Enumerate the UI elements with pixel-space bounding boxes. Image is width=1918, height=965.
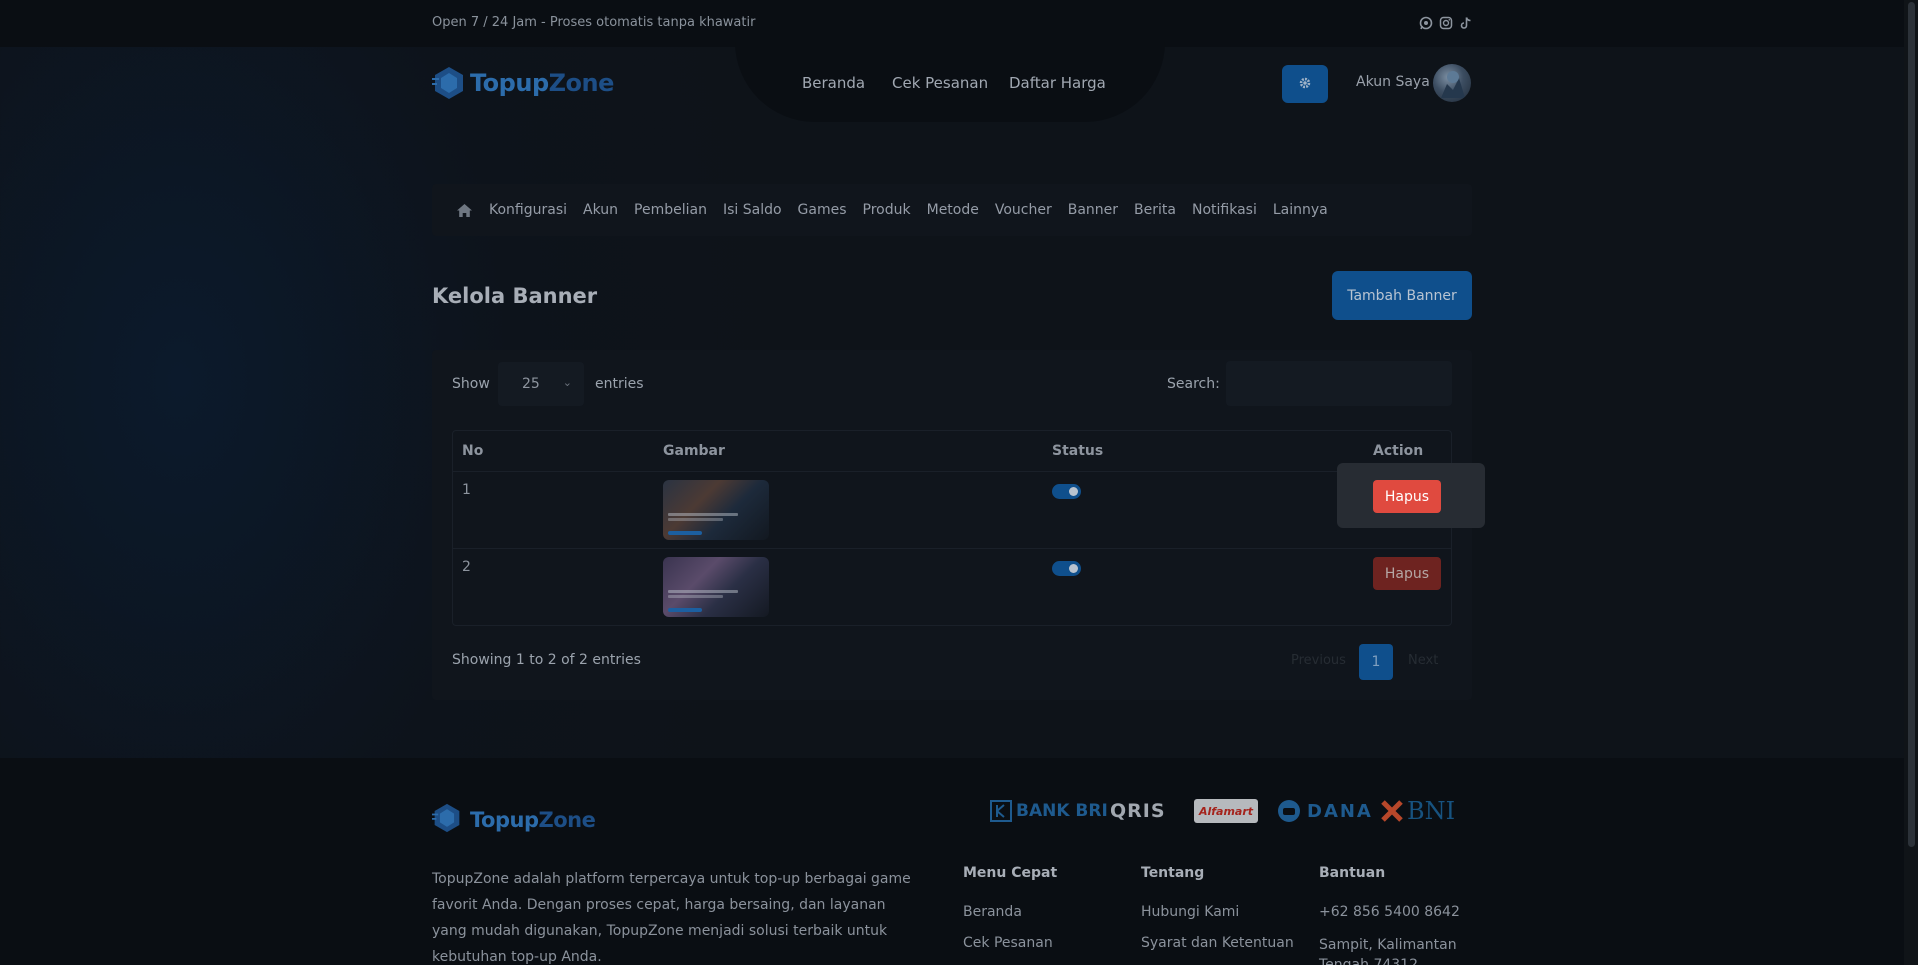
payment-label-qris: QRIS xyxy=(1110,800,1166,822)
bri-icon xyxy=(990,800,1012,822)
admin-menu-bar: Konfigurasi Akun Pembelian Isi Saldo Gam… xyxy=(432,184,1472,236)
entries-label: entries xyxy=(595,376,644,392)
admin-menu-metode[interactable]: Metode xyxy=(927,202,979,218)
payment-logo-bri: BANK BRI xyxy=(990,796,1108,826)
entries-select-value: 25 xyxy=(522,376,540,392)
admin-menu-konfigurasi[interactable]: Konfigurasi xyxy=(489,202,567,218)
footer-link-beranda[interactable]: Beranda xyxy=(963,904,1022,920)
dana-icon xyxy=(1278,800,1300,822)
footer-heading-menu-cepat: Menu Cepat xyxy=(963,865,1058,881)
footer xyxy=(0,758,1904,965)
home-icon[interactable] xyxy=(456,203,473,218)
instagram-icon[interactable] xyxy=(1439,16,1453,30)
logo-text-part2: Zone xyxy=(548,69,615,97)
payment-logo-bni: BNI xyxy=(1381,796,1455,826)
logo-icon xyxy=(432,66,466,100)
bni-icon xyxy=(1381,800,1403,822)
search-input[interactable] xyxy=(1226,361,1452,406)
footer-link-cek-pesanan[interactable]: Cek Pesanan xyxy=(963,935,1053,951)
avatar[interactable] xyxy=(1433,64,1471,102)
payment-label-alfamart: Alfamart xyxy=(1198,804,1254,818)
table-info: Showing 1 to 2 of 2 entries xyxy=(452,652,641,668)
pagination-next[interactable]: Next xyxy=(1408,653,1438,668)
footer-phone[interactable]: +62 856 5400 8642 xyxy=(1319,904,1460,920)
scrollbar-thumb[interactable] xyxy=(1908,2,1915,847)
row-number: 1 xyxy=(462,482,471,498)
payment-label-bri: BANK BRI xyxy=(1016,801,1108,821)
status-toggle[interactable] xyxy=(1052,484,1081,499)
column-header-status[interactable]: Status xyxy=(1052,443,1103,459)
footer-logo[interactable]: TopupZone xyxy=(432,803,596,837)
chevron-down-icon: ⌄ xyxy=(562,376,572,389)
show-label: Show xyxy=(452,376,490,392)
admin-menu-games[interactable]: Games xyxy=(798,202,847,218)
admin-menu-voucher[interactable]: Voucher xyxy=(995,202,1052,218)
tiktok-icon[interactable] xyxy=(1459,16,1473,30)
delete-button[interactable]: Hapus xyxy=(1373,480,1441,513)
footer-heading-bantuan: Bantuan xyxy=(1319,865,1386,881)
admin-menu-produk[interactable]: Produk xyxy=(863,202,911,218)
payment-label-dana: DANA xyxy=(1307,800,1373,822)
payment-logo-qris: QRIS xyxy=(1110,796,1166,826)
nav-beranda[interactable]: Beranda xyxy=(802,74,865,92)
logo-text-part2: Zone xyxy=(538,808,596,832)
gear-icon xyxy=(1298,75,1312,94)
payment-logo-dana: DANA xyxy=(1277,796,1373,826)
payment-logo-alfamart: Alfamart xyxy=(1194,799,1258,823)
pagination-previous[interactable]: Previous xyxy=(1291,653,1346,668)
admin-menu-notifikasi[interactable]: Notifikasi xyxy=(1192,202,1257,218)
nav-cek-pesanan[interactable]: Cek Pesanan xyxy=(892,74,988,92)
search-label: Search: xyxy=(1167,376,1220,392)
delete-button[interactable]: Hapus xyxy=(1373,557,1441,590)
footer-heading-tentang: Tentang xyxy=(1141,865,1205,881)
admin-menu-pembelian[interactable]: Pembelian xyxy=(634,202,707,218)
payment-label-bni: BNI xyxy=(1407,797,1456,825)
table-divider xyxy=(452,471,1452,472)
nav-daftar-harga[interactable]: Daftar Harga xyxy=(1009,74,1106,92)
announcement-text: Open 7 / 24 Jam - Proses otomatis tanpa … xyxy=(432,15,756,30)
footer-link-hubungi-kami[interactable]: Hubungi Kami xyxy=(1141,904,1239,920)
admin-menu-banner[interactable]: Banner xyxy=(1068,202,1118,218)
logo-icon xyxy=(432,803,466,837)
column-header-action[interactable]: Action xyxy=(1373,443,1423,459)
page-title: Kelola Banner xyxy=(432,284,598,308)
whatsapp-icon[interactable] xyxy=(1419,16,1433,30)
entries-select[interactable]: 25 ⌄ xyxy=(498,362,584,406)
site-logo[interactable]: TopupZone xyxy=(432,66,614,100)
admin-menu-lainnya[interactable]: Lainnya xyxy=(1273,202,1328,218)
admin-menu-akun[interactable]: Akun xyxy=(583,202,618,218)
pagination-page[interactable]: 1 xyxy=(1359,644,1393,680)
account-label[interactable]: Akun Saya xyxy=(1356,74,1430,90)
banner-thumbnail[interactable] xyxy=(663,557,769,617)
footer-link-syarat[interactable]: Syarat dan Ketentuan xyxy=(1141,935,1294,951)
logo-text-part1: Topup xyxy=(470,69,549,97)
footer-description: TopupZone adalah platform terpercaya unt… xyxy=(432,871,911,965)
column-header-gambar[interactable]: Gambar xyxy=(663,443,725,459)
banner-thumbnail[interactable] xyxy=(663,480,769,540)
add-banner-button[interactable]: Tambah Banner xyxy=(1332,271,1472,320)
column-header-no[interactable]: No xyxy=(462,443,483,459)
banner-table xyxy=(452,430,1452,626)
table-divider xyxy=(452,548,1452,549)
logo-text-part1: Topup xyxy=(470,808,539,832)
settings-button[interactable] xyxy=(1282,65,1328,103)
footer-address: Sampit, Kalimantan Tengah 74312 xyxy=(1319,937,1457,965)
row-number: 2 xyxy=(462,559,471,575)
admin-menu-isi-saldo[interactable]: Isi Saldo xyxy=(723,202,782,218)
status-toggle[interactable] xyxy=(1052,561,1081,576)
admin-menu-berita[interactable]: Berita xyxy=(1134,202,1176,218)
